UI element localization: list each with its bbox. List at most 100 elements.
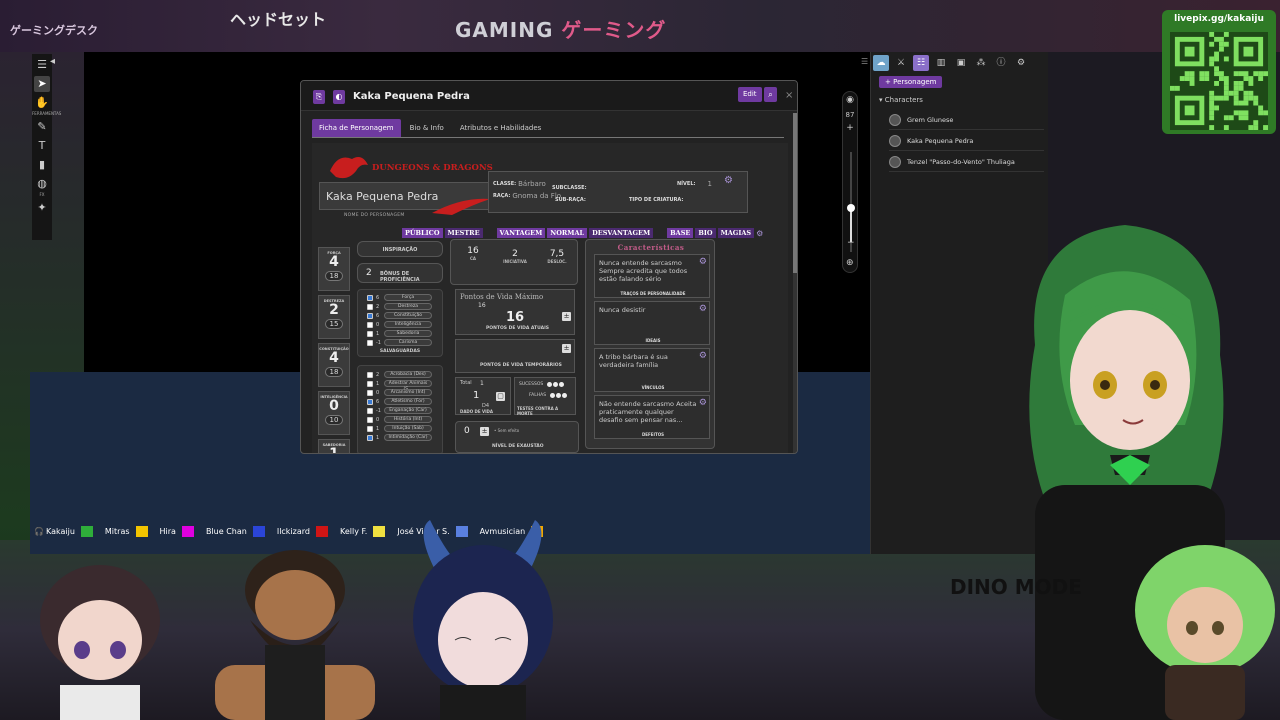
- chat-tab-icon[interactable]: ☁: [873, 55, 889, 71]
- saving-throw-checkbox[interactable]: [367, 294, 373, 301]
- hit-dice-value[interactable]: 1: [473, 390, 479, 401]
- hand-tool-icon[interactable]: ✋: [34, 95, 50, 111]
- skill-name[interactable]: História (Int): [384, 416, 432, 423]
- saving-throw-name[interactable]: Carisma: [384, 339, 432, 346]
- characteristic-box[interactable]: Nunca desistir ⚙ IDEAIS: [594, 301, 710, 345]
- brush-tool-icon[interactable]: ✎: [34, 119, 50, 135]
- mode-gear-icon[interactable]: ⚙: [756, 229, 763, 238]
- tab-character-sheet[interactable]: Ficha de Personagem: [312, 118, 401, 137]
- zoom-slider[interactable]: ◉ 87 + − ⊕: [842, 91, 858, 273]
- tab-bio-info[interactable]: Bio & Info: [403, 119, 451, 137]
- skill-checkbox[interactable]: [367, 416, 373, 423]
- skill-checkbox[interactable]: [367, 425, 373, 432]
- characteristic-gear-icon[interactable]: ⚙: [699, 351, 707, 361]
- initiative[interactable]: 2 INICIATIVA: [497, 249, 533, 264]
- collapse-toolbar-icon[interactable]: ◂: [50, 56, 55, 67]
- hp-adjust-button[interactable]: ±: [562, 312, 571, 321]
- ability-wisdom[interactable]: SABEDORIA112: [318, 439, 350, 453]
- skill-name[interactable]: Atletismo (For): [384, 398, 432, 405]
- characteristic-box[interactable]: Não entende sarcasmo Aceita praticamente…: [594, 395, 710, 439]
- skill-name[interactable]: Enganação (Car): [384, 407, 432, 414]
- temp-hp-adjust-button[interactable]: ±: [562, 344, 571, 353]
- skill-name[interactable]: Adestrar Animais (S...: [384, 380, 432, 392]
- saving-throw-checkbox[interactable]: [367, 321, 373, 328]
- character-list-item[interactable]: Kaka Pequena Pedra: [889, 132, 1044, 151]
- temp-hit-points[interactable]: ± PONTOS DE VIDA TEMPORÁRIOS: [455, 339, 575, 373]
- fx-tool-icon[interactable]: ◍: [34, 176, 50, 192]
- menu-icon[interactable]: ☰: [34, 57, 50, 73]
- saving-throw-checkbox[interactable]: [367, 330, 373, 337]
- link-icon[interactable]: ⎘: [313, 90, 325, 104]
- mode-base[interactable]: BASE: [667, 228, 694, 238]
- text-tool-icon[interactable]: T: [34, 138, 50, 154]
- hp-current-value[interactable]: 16: [506, 310, 524, 325]
- hit-dice-total[interactable]: 1: [480, 380, 484, 387]
- character-list-item[interactable]: Tenzel "Passo-do-Vento" Thuliaga: [889, 153, 1044, 172]
- characteristic-box[interactable]: A tribo bárbara é sua verdadeira família…: [594, 348, 710, 392]
- ability-strength[interactable]: FORÇA 4 18: [318, 247, 350, 291]
- ability-constitution[interactable]: CONSTITUIÇÃO 4 18: [318, 343, 350, 387]
- hp-max-value[interactable]: 16: [478, 302, 486, 309]
- class-value[interactable]: Bárbaro: [518, 180, 546, 188]
- level-value[interactable]: 1: [708, 180, 712, 188]
- saving-throw-checkbox[interactable]: [367, 312, 373, 319]
- mode-bio[interactable]: BIO: [695, 228, 716, 238]
- skill-name[interactable]: Intuição (Sab): [384, 425, 432, 432]
- select-tool-icon[interactable]: ➤: [34, 76, 50, 92]
- info-gear-icon[interactable]: ⚙: [724, 175, 733, 186]
- characters-tab-icon[interactable]: ☷: [913, 55, 929, 71]
- inspiration-field[interactable]: INSPIRAÇÃO: [357, 241, 443, 257]
- saving-throw-name[interactable]: Força: [384, 294, 432, 301]
- hit-dice-roll-button[interactable]: ▢: [496, 392, 505, 401]
- skill-name[interactable]: Arcanismo (Int): [384, 389, 432, 396]
- center-icon[interactable]: ⊕: [846, 258, 854, 268]
- death-success-1[interactable]: [547, 382, 553, 387]
- death-fail-3[interactable]: [562, 393, 568, 398]
- death-success-2[interactable]: [553, 382, 559, 387]
- tab-attributes[interactable]: Atributos e Habilidades: [453, 119, 549, 137]
- characteristic-text[interactable]: Nunca entende sarcasmo Sempre acredita q…: [599, 259, 699, 283]
- mode-disadvantage[interactable]: DESVANTAGEM: [589, 228, 654, 238]
- zoom-in-button[interactable]: +: [843, 123, 857, 133]
- journal-tab-icon[interactable]: ▣: [953, 55, 969, 71]
- combat-tab-icon[interactable]: ⚔: [893, 55, 909, 71]
- nodes-tab-icon[interactable]: ⁂: [973, 55, 989, 71]
- armor-class[interactable]: 16 CA: [455, 246, 491, 261]
- eraser-tool-icon[interactable]: ▮: [34, 157, 50, 173]
- characteristic-gear-icon[interactable]: ⚙: [699, 304, 707, 314]
- death-success-3[interactable]: [559, 382, 565, 387]
- saving-throw-checkbox[interactable]: [367, 339, 373, 346]
- characteristic-gear-icon[interactable]: ⚙: [699, 398, 707, 408]
- visibility-icon[interactable]: ◉: [843, 95, 857, 105]
- skill-checkbox[interactable]: [367, 380, 373, 387]
- sheet-header[interactable]: ⎘ ◐ Kaka Pequena Pedra Edit ⌕ ×: [301, 81, 797, 111]
- characters-heading[interactable]: ▾ Characters: [879, 96, 923, 104]
- token-icon[interactable]: ◐: [333, 90, 345, 104]
- close-button[interactable]: ×: [785, 90, 793, 101]
- ability-intelligence[interactable]: INTELIGÊNCIA 0 10: [318, 391, 350, 435]
- saving-throw-name[interactable]: Constituição: [384, 312, 432, 319]
- skill-checkbox[interactable]: [367, 389, 373, 396]
- ability-dexterity[interactable]: DESTREZA 2 15: [318, 295, 350, 339]
- settings-tab-icon[interactable]: ⚙: [1013, 55, 1029, 71]
- mode-advantage[interactable]: VANTAGEM: [496, 228, 546, 238]
- proficiency-field[interactable]: 2 BÔNUS DE PROFICIÊNCIA: [357, 263, 443, 283]
- search-icon[interactable]: ⌕: [764, 87, 777, 102]
- exhaustion-adjust-button[interactable]: ±: [480, 427, 489, 436]
- zoom-out-button[interactable]: −: [847, 238, 855, 248]
- wand-tool-icon[interactable]: ✦: [34, 200, 50, 216]
- characteristic-text[interactable]: Nunca desistir: [599, 306, 699, 314]
- characteristic-text[interactable]: Não entende sarcasmo Aceita praticamente…: [599, 400, 699, 424]
- characteristic-text[interactable]: A tribo bárbara é sua verdadeira família: [599, 353, 699, 369]
- character-list-item[interactable]: Grem Glunese: [889, 111, 1044, 130]
- exhaustion-value[interactable]: 0: [464, 426, 470, 436]
- compendium-tab-icon[interactable]: ▥: [933, 55, 949, 71]
- characteristic-box[interactable]: Nunca entende sarcasmo Sempre acredita q…: [594, 254, 710, 298]
- skill-checkbox[interactable]: [367, 398, 373, 405]
- skill-name[interactable]: Intimidação (Car): [384, 434, 432, 441]
- sidebar-collapse-icon[interactable]: ☰: [861, 57, 868, 66]
- saving-throw-name[interactable]: Inteligência: [384, 321, 432, 328]
- zoom-handle[interactable]: [847, 204, 855, 212]
- speed[interactable]: 7,5 DESLOC.: [539, 249, 575, 264]
- skill-checkbox[interactable]: [367, 371, 373, 378]
